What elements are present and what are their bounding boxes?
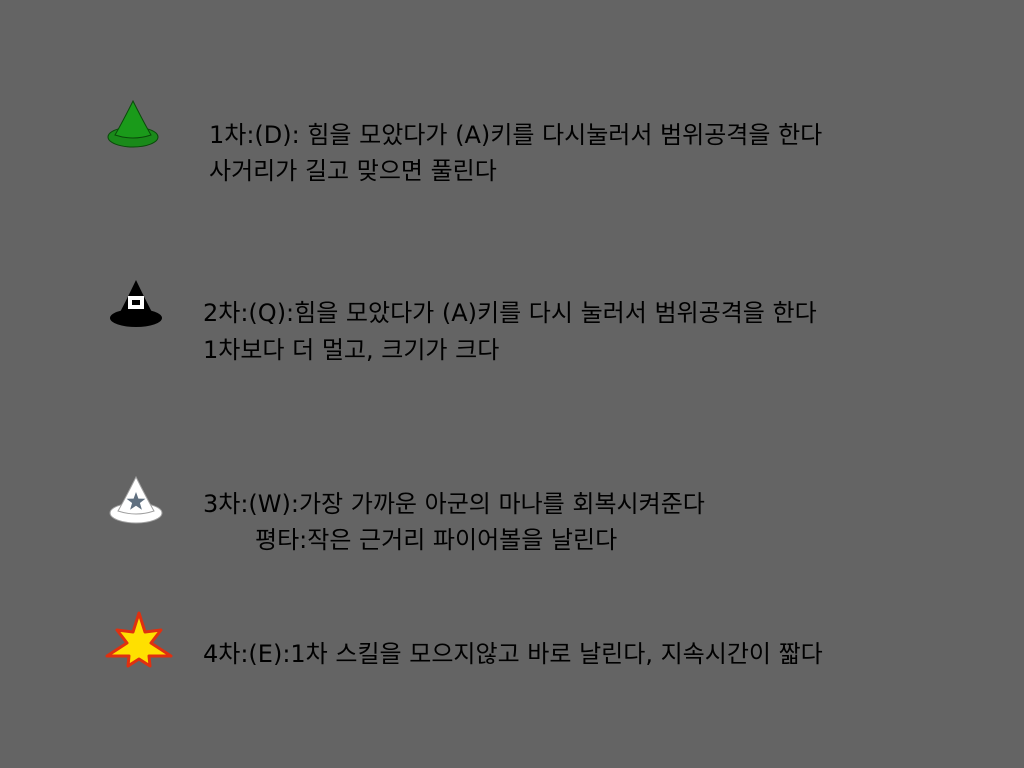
white-star-witch-hat-icon <box>108 475 164 525</box>
skill-3-line-1: 3차:(W):가장 가까운 아군의 마나를 회복시켜준다 <box>203 490 705 518</box>
black-witch-hat-icon <box>108 277 164 329</box>
skill-2-line-2: 1차보다 더 멀고, 크기가 크다 <box>203 336 500 364</box>
skill-3-line-2: 평타:작은 근거리 파이어볼을 날린다 <box>255 526 618 554</box>
skill-2-line-1: 2차:(Q):힘을 모았다가 (A)키를 다시 눌러서 범위공격을 한다 <box>203 299 817 327</box>
skill-1-line-2: 사거리가 길고 맞으면 풀린다 <box>209 157 497 185</box>
yellow-star-burst-icon <box>105 611 173 671</box>
green-witch-hat-icon <box>106 99 160 149</box>
skill-1-line-1: 1차:(D): 힘을 모았다가 (A)키를 다시눌러서 범위공격을 한다 <box>209 121 823 149</box>
skill-4-line-1: 4차:(E):1차 스킬을 모으지않고 바로 날린다, 지속시간이 짧다 <box>203 640 823 668</box>
